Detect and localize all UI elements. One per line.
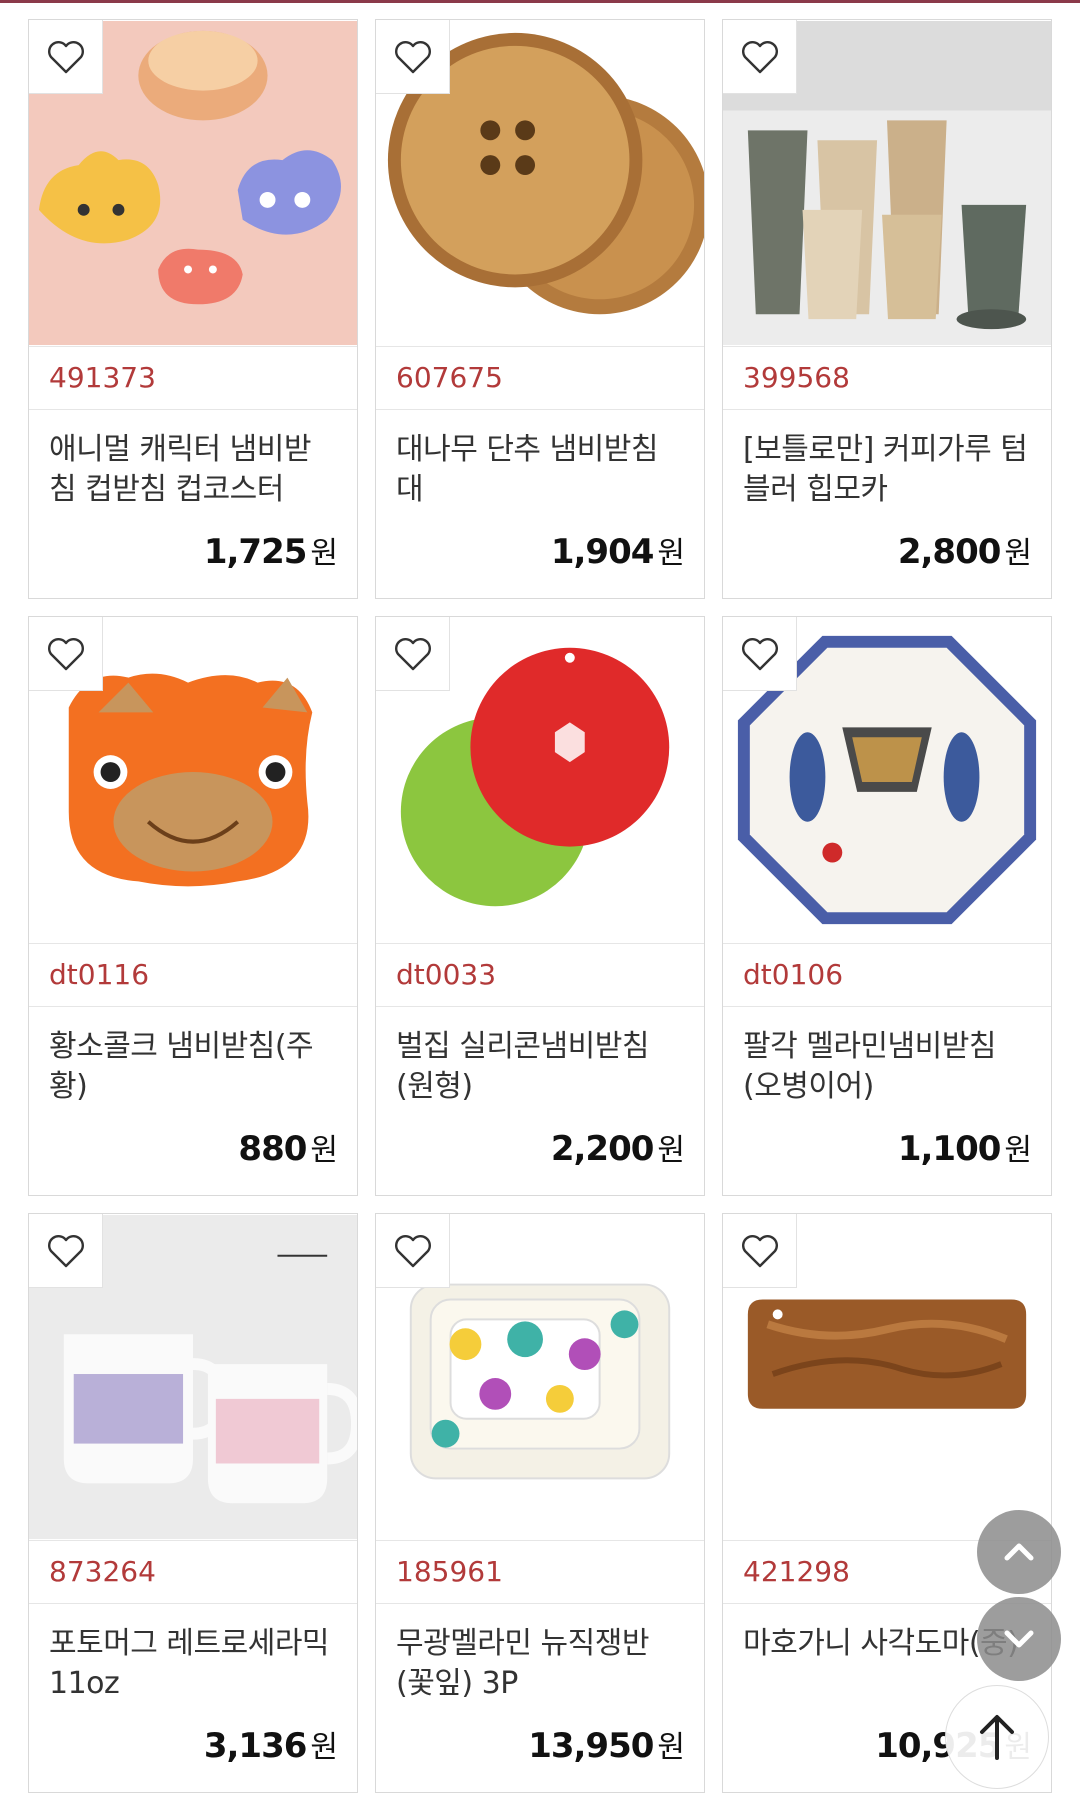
product-price: 13,950 원 xyxy=(528,1722,685,1766)
heart-outline-icon xyxy=(741,1234,778,1267)
chevron-up-icon xyxy=(1004,1543,1034,1561)
price-value: 1,725 xyxy=(203,532,308,572)
wishlist-button[interactable] xyxy=(376,1214,450,1288)
heart-outline-icon xyxy=(47,40,84,73)
product-card[interactable]: dt0116 황소콜크 냄비받침(주황) 880 원 xyxy=(28,616,358,1196)
price-value: 3,136 xyxy=(203,1726,308,1766)
product-code: dt0106 xyxy=(723,944,1051,1007)
wishlist-button[interactable] xyxy=(29,617,103,691)
wishlist-button[interactable] xyxy=(723,617,797,691)
currency-label: 원 xyxy=(1004,536,1032,571)
product-card[interactable]: 185961 무광멜라민 뉴직쟁반(꽃잎) 3P 13,950 원 xyxy=(375,1213,705,1793)
heart-outline-icon xyxy=(394,40,431,73)
product-code: dt0033 xyxy=(376,944,704,1007)
back-to-top-button[interactable] xyxy=(945,1685,1049,1789)
currency-label: 원 xyxy=(310,1133,338,1168)
currency-label: 원 xyxy=(310,536,338,571)
product-image[interactable] xyxy=(376,617,704,944)
product-image[interactable] xyxy=(29,1214,357,1541)
product-price: 1,100 원 xyxy=(897,1125,1032,1169)
heart-outline-icon xyxy=(47,637,84,670)
product-code: 185961 xyxy=(376,1541,704,1604)
product-name[interactable]: 무광멜라민 뉴직쟁반(꽃잎) 3P xyxy=(376,1604,704,1706)
product-name[interactable]: 애니멀 캐릭터 냄비받침 컵받침 컵코스터 xyxy=(29,410,357,512)
heart-outline-icon xyxy=(741,637,778,670)
wishlist-button[interactable] xyxy=(723,1214,797,1288)
product-price: 3,136 원 xyxy=(203,1722,338,1766)
product-card[interactable]: 491373 애니멀 캐릭터 냄비받침 컵받침 컵코스터 1,725 원 xyxy=(28,19,358,599)
price-value: 1,100 xyxy=(897,1129,1002,1169)
product-image[interactable] xyxy=(29,20,357,347)
product-code: 399568 xyxy=(723,347,1051,410)
product-card[interactable]: 607675 대나무 단추 냄비받침대 1,904 원 xyxy=(375,19,705,599)
chevron-down-icon xyxy=(1004,1630,1034,1648)
wishlist-button[interactable] xyxy=(723,20,797,94)
wishlist-button[interactable] xyxy=(29,1214,103,1288)
product-image[interactable] xyxy=(723,20,1051,347)
product-price: 880 원 xyxy=(238,1125,338,1169)
price-value: 880 xyxy=(238,1129,307,1169)
product-name[interactable]: 대나무 단추 냄비받침대 xyxy=(376,410,704,512)
currency-label: 원 xyxy=(1004,1133,1032,1168)
product-image[interactable] xyxy=(723,1214,1051,1541)
price-value: 2,200 xyxy=(550,1129,655,1169)
heart-outline-icon xyxy=(394,1234,431,1267)
currency-label: 원 xyxy=(657,536,685,571)
product-code: dt0116 xyxy=(29,944,357,1007)
product-name[interactable]: 포토머그 레트로세라믹 11oz xyxy=(29,1604,357,1706)
product-card[interactable]: dt0033 벌집 실리콘냄비받침(원형) 2,200 원 xyxy=(375,616,705,1196)
product-name[interactable]: 벌집 실리콘냄비받침(원형) xyxy=(376,1007,704,1109)
heart-outline-icon xyxy=(394,637,431,670)
product-name[interactable]: 팔각 멜라민냄비받침(오병이어) xyxy=(723,1007,1051,1109)
product-price: 1,725 원 xyxy=(203,528,338,572)
product-image[interactable] xyxy=(29,617,357,944)
product-price: 2,200 원 xyxy=(550,1125,685,1169)
product-card[interactable]: 399568 [보틀로만] 커피가루 텀블러 힙모카 2,800 원 xyxy=(722,19,1052,599)
currency-label: 원 xyxy=(657,1730,685,1765)
product-image[interactable] xyxy=(376,20,704,347)
scroll-down-button[interactable] xyxy=(977,1597,1061,1681)
product-name[interactable]: 황소콜크 냄비받침(주황) xyxy=(29,1007,357,1109)
currency-label: 원 xyxy=(657,1133,685,1168)
product-card[interactable]: dt0106 팔각 멜라민냄비받침(오병이어) 1,100 원 xyxy=(722,616,1052,1196)
product-price: 1,904 원 xyxy=(550,528,685,572)
product-price: 2,800 원 xyxy=(897,528,1032,572)
product-code: 491373 xyxy=(29,347,357,410)
product-code: 873264 xyxy=(29,1541,357,1604)
price-value: 2,800 xyxy=(897,532,1002,572)
price-value: 13,950 xyxy=(528,1726,654,1766)
price-value: 1,904 xyxy=(550,532,655,572)
product-card[interactable]: 873264 포토머그 레트로세라믹 11oz 3,136 원 xyxy=(28,1213,358,1793)
heart-outline-icon xyxy=(741,40,778,73)
wishlist-button[interactable] xyxy=(29,20,103,94)
product-image[interactable] xyxy=(376,1214,704,1541)
scroll-up-button[interactable] xyxy=(977,1510,1061,1594)
product-name[interactable]: [보틀로만] 커피가루 텀블러 힙모카 xyxy=(723,410,1051,512)
wishlist-button[interactable] xyxy=(376,20,450,94)
heart-outline-icon xyxy=(47,1234,84,1267)
product-image[interactable] xyxy=(723,617,1051,944)
product-grid: 491373 애니멀 캐릭터 냄비받침 컵받침 컵코스터 1,725 원 6076… xyxy=(28,19,1052,1793)
currency-label: 원 xyxy=(310,1730,338,1765)
product-code: 607675 xyxy=(376,347,704,410)
wishlist-button[interactable] xyxy=(376,617,450,691)
top-border xyxy=(0,0,1080,3)
arrow-up-icon xyxy=(980,1715,1014,1760)
